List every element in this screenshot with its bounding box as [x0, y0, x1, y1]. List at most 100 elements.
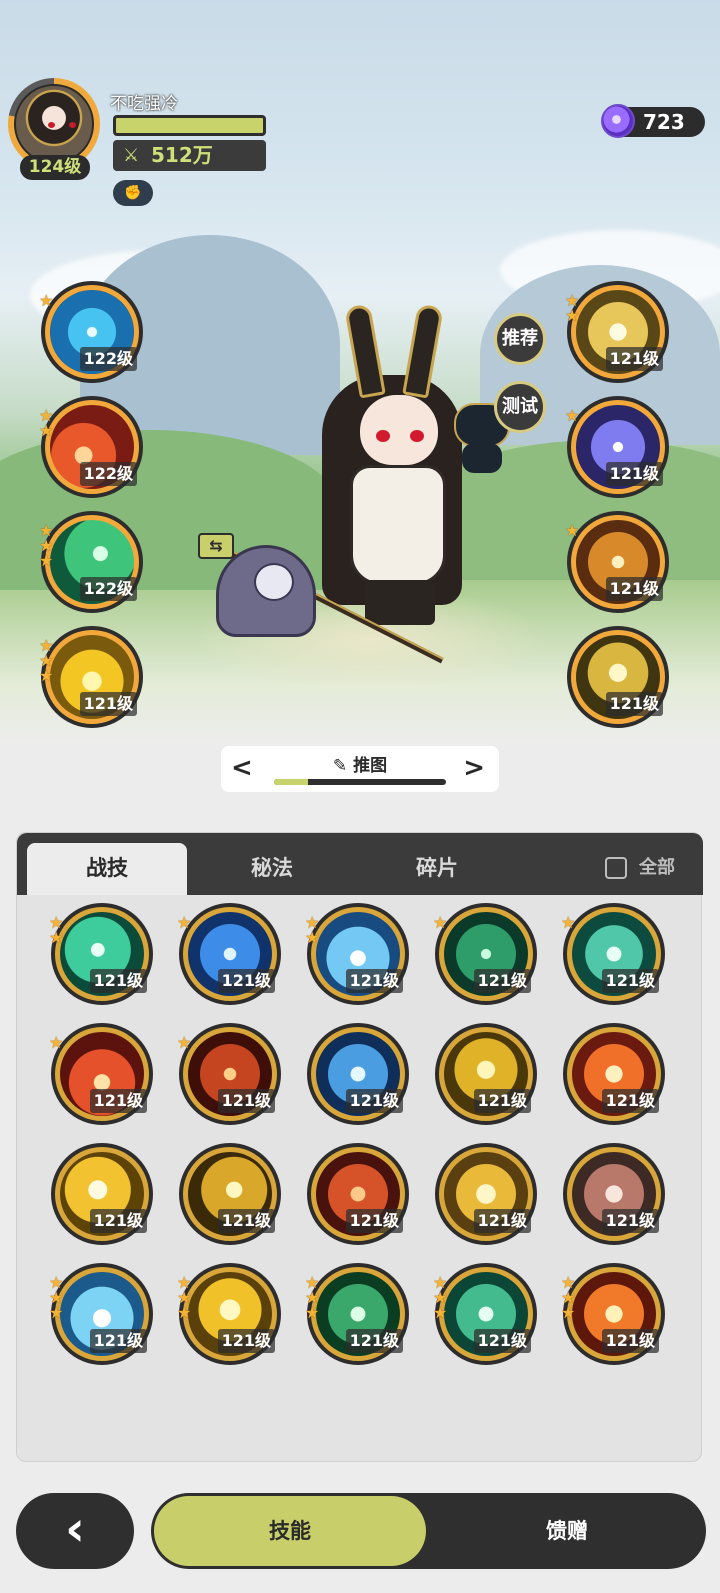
- player-level-badge: 124级: [20, 155, 90, 180]
- skill-stars: ★: [561, 913, 577, 932]
- currency-display[interactable]: 723: [601, 104, 705, 138]
- player-name: 不吃强冷: [110, 94, 178, 114]
- star-icon: ★: [305, 928, 320, 947]
- show-all-toggle[interactable]: 全部: [605, 855, 675, 881]
- skill-slot[interactable]: 121级: [307, 1143, 409, 1245]
- skill-level: 121级: [79, 692, 137, 716]
- skill-level: 121级: [601, 1209, 659, 1233]
- skill-slot[interactable]: 121级: [435, 1143, 537, 1245]
- skill-slot[interactable]: ★ 121级: [565, 511, 669, 613]
- tab-fragments[interactable]: 碎片: [357, 843, 517, 895]
- hero-outfit: [350, 465, 446, 585]
- star-icon: ★: [561, 913, 576, 932]
- star-icon: ★: [39, 666, 54, 685]
- skills-panel: 战技 秘法 碎片 全部 ★ ★ 121级 ★ 121级 ★ ★ 121级 ★ 121级 ★ 121级 ★…: [16, 832, 703, 1462]
- power-sword-icon: ⚔: [123, 145, 140, 166]
- skill-stars: ★ ★ ★: [39, 638, 55, 685]
- skill-slot[interactable]: 121级: [179, 1143, 281, 1245]
- skill-stars: ★: [39, 291, 55, 310]
- hero-legs: [365, 580, 435, 625]
- skill-stars: ★: [565, 406, 581, 425]
- skill-level: 121级: [217, 1329, 275, 1353]
- skill-level: 121级: [89, 1089, 147, 1113]
- skill-level: 121级: [89, 1329, 147, 1353]
- star-icon: ★: [433, 913, 448, 932]
- skill-slot[interactable]: ★ ★ 122级: [39, 396, 143, 498]
- skill-slot[interactable]: 121级: [563, 1143, 665, 1245]
- skill-slot[interactable]: ★ 121级: [177, 903, 281, 1005]
- skill-level: 121级: [89, 969, 147, 993]
- skill-slot[interactable]: ★ ★ ★ 121级: [305, 1263, 409, 1365]
- star-icon: ★: [565, 521, 580, 540]
- star-icon: ★: [39, 291, 54, 310]
- star-icon: ★: [565, 306, 580, 325]
- skill-slot[interactable]: ★ ★ 121级: [565, 281, 669, 383]
- skill-level: 121级: [217, 1089, 275, 1113]
- skill-slot[interactable]: ★ ★ ★ 121级: [49, 1263, 153, 1365]
- star-icon: ★: [305, 1303, 320, 1322]
- skill-stars: ★ ★: [49, 915, 65, 946]
- skill-slot[interactable]: ★ 121级: [433, 903, 537, 1005]
- skill-level: 121级: [601, 1089, 659, 1113]
- skill-slot[interactable]: ★ ★ ★ 122级: [39, 511, 143, 613]
- skill-level: 121级: [345, 1209, 403, 1233]
- gift-tab-button[interactable]: 馈赠: [431, 1496, 703, 1566]
- tab-combat-skills[interactable]: 战技: [27, 843, 187, 895]
- skill-slot[interactable]: ★ 121级: [561, 903, 665, 1005]
- skill-slot[interactable]: 121级: [563, 1023, 665, 1125]
- hero-face: [360, 395, 438, 465]
- stage-progress-fill: [274, 779, 309, 785]
- skill-stars: ★ ★ ★: [305, 1275, 321, 1322]
- skill-slot[interactable]: ★ ★ ★ 121级: [39, 626, 143, 728]
- skill-level: 121级: [601, 969, 659, 993]
- star-icon: ★: [49, 1303, 64, 1322]
- star-icon: ★: [565, 406, 580, 425]
- star-icon: ★: [433, 1303, 448, 1322]
- skill-slot[interactable]: ★ 122级: [39, 281, 143, 383]
- skill-slot[interactable]: ★ ★ 121级: [305, 903, 409, 1005]
- tab-bar: 战技 秘法 碎片 全部: [17, 833, 703, 895]
- skill-slot[interactable]: ★ ★ ★ 121级: [433, 1263, 537, 1365]
- bottom-segment: 技能 馈赠: [151, 1493, 706, 1569]
- fist-badge-icon[interactable]: ✊: [113, 180, 153, 206]
- skills-tab-button[interactable]: 技能: [154, 1496, 426, 1566]
- skill-stars: ★ ★: [39, 408, 55, 439]
- stage-progress-bar: [274, 779, 446, 785]
- skill-level: 121级: [601, 1329, 659, 1353]
- star-icon: ★: [39, 551, 54, 570]
- skill-slot[interactable]: ★ 121级: [565, 396, 669, 498]
- currency-value: 723: [643, 110, 685, 134]
- skill-stars: ★ ★ ★: [49, 1275, 65, 1322]
- skill-slot[interactable]: 121级: [435, 1023, 537, 1125]
- crystal-icon: [601, 104, 635, 138]
- recommend-button[interactable]: 推荐: [494, 313, 546, 365]
- swap-pet-icon[interactable]: ⇆: [198, 533, 234, 559]
- skill-slot[interactable]: ★ 121级: [177, 1023, 281, 1125]
- skill-level: 121级: [345, 1089, 403, 1113]
- skill-slot[interactable]: ★ ★ ★ 121级: [561, 1263, 665, 1365]
- back-button[interactable]: ‹: [16, 1493, 134, 1569]
- skill-level: 121级: [89, 1209, 147, 1233]
- skill-level: 121级: [217, 1209, 275, 1233]
- skill-slot[interactable]: 121级: [51, 1143, 153, 1245]
- skill-level: 122级: [79, 347, 137, 371]
- tab-secret-arts[interactable]: 秘法: [192, 843, 352, 895]
- skill-slot[interactable]: ★ ★ ★ 121级: [177, 1263, 281, 1365]
- skill-level: 121级: [473, 969, 531, 993]
- star-icon: ★: [49, 1033, 64, 1052]
- hero-eye: [376, 430, 390, 442]
- next-stage-button[interactable]: >: [463, 753, 485, 783]
- test-button[interactable]: 测试: [494, 381, 546, 433]
- combat-power-value: 512万: [151, 143, 213, 167]
- skill-slot[interactable]: ★ 121级: [49, 1023, 153, 1125]
- skill-slot[interactable]: ★ ★ 121级: [49, 903, 153, 1005]
- star-icon: ★: [177, 1033, 192, 1052]
- skill-slot[interactable]: 121级: [567, 626, 669, 728]
- skill-level: 121级: [473, 1329, 531, 1353]
- skill-stars: ★ ★ ★: [433, 1275, 449, 1322]
- skill-stars: ★: [565, 521, 581, 540]
- skill-stars: ★ ★ ★: [177, 1275, 193, 1321]
- skill-slot[interactable]: 121级: [307, 1023, 409, 1125]
- skill-stars: ★ ★ ★: [39, 523, 55, 570]
- skill-stars: ★ ★: [305, 915, 321, 947]
